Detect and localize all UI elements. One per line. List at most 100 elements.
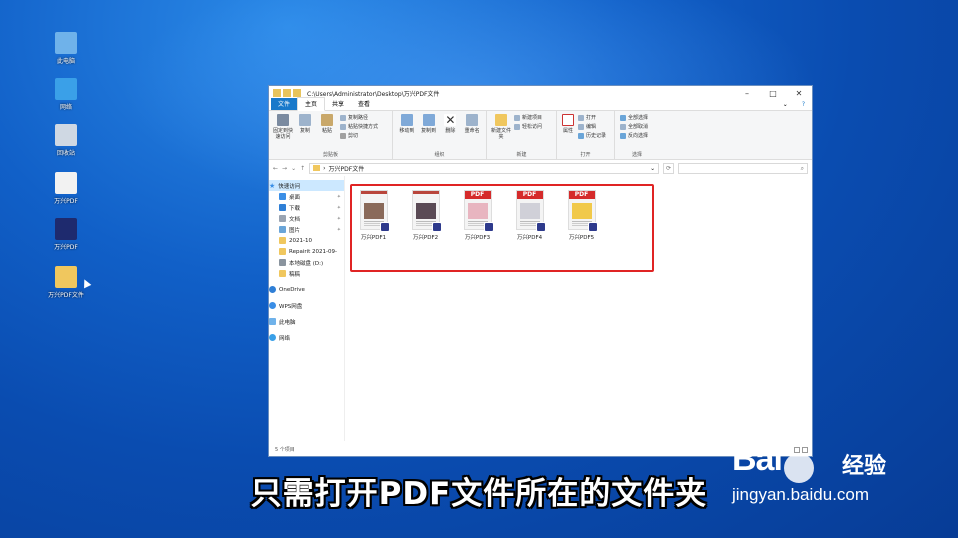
new-group: 新建文件夹 新建项目 轻松访问 新建 [487, 111, 557, 159]
new-group-label: 新建 [516, 152, 527, 158]
copy-label: 复制 [299, 128, 310, 134]
pdf-app-badge-icon [431, 222, 442, 232]
file-item[interactable]: PDF 万兴PDF3 [461, 190, 494, 241]
new-item-icon [514, 114, 520, 121]
nav-item[interactable]: 文档 ✦ [269, 213, 344, 224]
nav-this-pc[interactable]: 此电脑 [269, 316, 344, 327]
file-name: 万兴PDF2 [412, 235, 439, 241]
expand-ribbon-icon[interactable]: ⌄ [776, 100, 795, 110]
pdf-thumbnail-icon: PDF [567, 190, 598, 232]
nav-item[interactable]: 下载 ✦ [269, 202, 344, 213]
quick-access-toolbar[interactable] [273, 89, 301, 97]
ribbon: 固定到快速访问 复制 粘贴 复制路径 粘贴快捷方式 剪切 剪贴板 移动到 复制到… [269, 111, 812, 160]
new-item-button[interactable]: 新建项目 [514, 114, 542, 121]
recent-chevron-icon[interactable]: ⌄ [291, 165, 296, 172]
minimize-button[interactable]: – [734, 89, 760, 98]
nav-network[interactable]: 网络 [269, 332, 344, 343]
forward-arrow-icon[interactable]: → [282, 165, 287, 172]
nav-item-label: 桌面 [289, 194, 301, 201]
pin-icon[interactable]: ✦ [337, 205, 341, 211]
copy-path-button[interactable]: 复制路径 [340, 114, 378, 121]
new-folder-label: 新建文件夹 [490, 128, 511, 140]
desktop-icon-1[interactable]: 此电脑 [41, 32, 91, 65]
breadcrumb-folder[interactable]: 万兴PDF文件 [329, 164, 365, 173]
pin-icon[interactable]: ✦ [337, 194, 341, 200]
desktop-icon-5[interactable]: 万兴PDF [41, 218, 91, 251]
new-folder-icon[interactable] [293, 89, 301, 97]
select-all-button[interactable]: 全部选择 [620, 114, 648, 121]
nav-wps[interactable]: WPS网盘 [269, 300, 344, 311]
paw-icon [783, 453, 814, 483]
delete-label: 删除 [445, 128, 456, 134]
nav-item[interactable]: 稿稿 [269, 268, 344, 279]
address-row: ← → ⌄ ↑ › 万兴PDF文件 ⌄ ⟳ ⌕ [269, 160, 812, 176]
file-list[interactable]: 万兴PDF1 万兴PDF2 PDF 万兴PDF3 PDF 万兴PDF4 PDF 万兴PDF5 [345, 176, 812, 441]
desktop-icon-4[interactable]: 万兴PDF [41, 172, 91, 205]
breadcrumb-separator: › [323, 164, 326, 172]
nav-onedrive[interactable]: OneDrive [269, 284, 344, 295]
pdf-app-badge-icon [587, 222, 598, 232]
properties-icon[interactable] [283, 89, 291, 97]
cloud-icon [269, 286, 276, 293]
select-none-button[interactable]: 全部取消 [620, 123, 648, 130]
back-arrow-icon[interactable]: ← [273, 165, 278, 172]
wondershare-pdf-app-icon [55, 218, 77, 240]
file-explorer-window[interactable]: C:\Users\Administrator\Desktop\万兴PDF文件 –… [268, 85, 813, 457]
paste-shortcut-button[interactable]: 粘贴快捷方式 [340, 123, 378, 130]
nav-item-label: 文档 [289, 216, 301, 223]
help-icon[interactable]: ? [795, 100, 812, 110]
search-input[interactable]: ⌕ [678, 162, 808, 174]
select-all-icon [620, 114, 626, 121]
folder-icon [55, 266, 77, 288]
new-item-label: 新建项目 [522, 115, 543, 121]
open-button[interactable]: 打开 [578, 114, 606, 121]
select-none-icon [620, 123, 626, 130]
file-item[interactable]: PDF 万兴PDF4 [513, 190, 546, 241]
cut-label: 剪切 [348, 133, 359, 139]
maximize-button[interactable]: □ [760, 89, 786, 98]
easy-access-button[interactable]: 轻松访问 [514, 123, 542, 130]
file-item[interactable]: 万兴PDF1 [357, 190, 390, 241]
address-dropdown-icon[interactable]: ⌄ [650, 165, 655, 172]
nav-quick-access[interactable]: ★ 快速访问 [269, 180, 344, 191]
desktop-icon-label: 万兴PDF [54, 198, 78, 205]
refresh-button[interactable]: ⟳ [663, 162, 675, 174]
pdf-thumbnail-icon: PDF [515, 190, 546, 232]
properties-label: 属性 [562, 128, 573, 134]
file-item[interactable]: 万兴PDF2 [409, 190, 442, 241]
open-group-label: 打开 [580, 152, 591, 158]
file-item[interactable]: PDF 万兴PDF5 [565, 190, 598, 241]
nav-item[interactable]: 图片 ✦ [269, 224, 344, 235]
desktop-icon-2[interactable]: 网络 [41, 78, 91, 111]
desktop-icon-3[interactable]: 回收站 [41, 124, 91, 157]
tab-view[interactable]: 查看 [351, 98, 377, 110]
cut-button[interactable]: 剪切 [340, 132, 378, 139]
select-group: 全部选择 全部取消 反向选择 选择 [615, 111, 659, 159]
nav-item[interactable]: 2021-10 [269, 235, 344, 246]
pdf-header-band: PDF [464, 191, 491, 199]
pdf-header-band: PDF [516, 191, 543, 199]
folder-icon [279, 237, 286, 244]
nav-onedrive-label: OneDrive [279, 286, 305, 293]
wps-cloud-icon [269, 302, 276, 309]
file-name: 万兴PDF5 [568, 235, 595, 241]
desktop-icon [279, 193, 286, 200]
thumbnail-image [571, 203, 592, 219]
pin-icon[interactable]: ✦ [337, 227, 341, 233]
history-button[interactable]: 历史记录 [578, 132, 606, 139]
up-arrow-icon[interactable]: ↑ [300, 165, 305, 172]
organize-group: 移动到 复制到 ✕ 删除 重命名 组织 [393, 111, 487, 159]
tab-file[interactable]: 文件 [271, 98, 298, 110]
tab-share[interactable]: 共享 [325, 98, 351, 110]
nav-item[interactable]: 本地磁盘 (D:) [269, 257, 344, 268]
nav-item[interactable]: Repairit 2021-09- [269, 246, 344, 257]
edit-button[interactable]: 编辑 [578, 123, 606, 130]
file-grid: 万兴PDF1 万兴PDF2 PDF 万兴PDF3 PDF 万兴PDF4 PDF 万兴PDF5 [357, 190, 598, 241]
paste-shortcut-icon [340, 123, 346, 130]
nav-item[interactable]: 桌面 ✦ [269, 191, 344, 202]
address-bar[interactable]: › 万兴PDF文件 ⌄ [309, 162, 660, 174]
close-button[interactable]: ✕ [786, 89, 812, 98]
invert-selection-button[interactable]: 反向选择 [620, 132, 648, 139]
tab-home[interactable]: 主页 [297, 97, 326, 111]
pin-icon[interactable]: ✦ [337, 216, 341, 222]
